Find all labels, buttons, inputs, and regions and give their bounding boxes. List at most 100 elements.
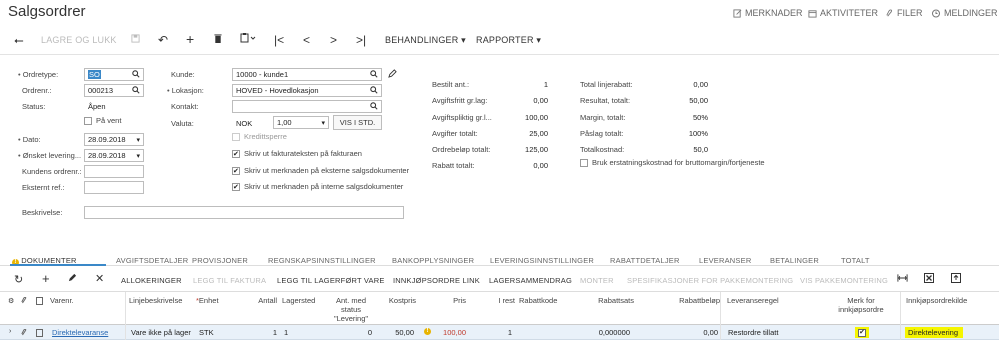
back-button[interactable]: ⭠ xyxy=(14,33,24,48)
search-icon[interactable] xyxy=(370,70,378,78)
customer-order-field[interactable] xyxy=(84,165,144,178)
col-mark-for-po[interactable]: Merk for innkjøpsordre xyxy=(826,296,896,314)
prev-record-button[interactable]: < xyxy=(303,33,310,47)
undo-button[interactable]: ↶ xyxy=(158,33,168,47)
inventory-summary-button[interactable]: LAGERSAMMENDRAG xyxy=(489,276,572,285)
col-po-source[interactable]: Innkjøpsordrekilde xyxy=(906,296,967,305)
requested-date-field[interactable]: 28.09.2018 ▾ xyxy=(84,149,144,162)
reports-menu[interactable]: RAPPORTER ▾ xyxy=(476,35,541,46)
upload-icon[interactable] xyxy=(951,273,961,285)
col-inventory-id[interactable]: Varenr. xyxy=(50,296,74,305)
edit-pencil-icon[interactable] xyxy=(388,69,397,80)
chevron-down-icon[interactable]: ▾ xyxy=(136,135,140,145)
warning-icon[interactable]: ! xyxy=(424,328,431,335)
row-shipping-rule[interactable]: Restordre tillatt xyxy=(728,328,778,337)
messages-action[interactable]: MELDINGER xyxy=(931,8,998,18)
col-line-description[interactable]: Linjebeskrivelse xyxy=(129,296,184,305)
order-nbr-field[interactable]: 000213 xyxy=(84,84,144,97)
col-uom[interactable]: *Enhet xyxy=(196,296,219,305)
row-note-icon[interactable] xyxy=(36,329,43,339)
print-invoice-check[interactable] xyxy=(232,149,240,158)
assemble-button[interactable]: MONTER xyxy=(580,276,614,285)
row-discount-amount[interactable]: 0,00 xyxy=(660,328,718,337)
row-discount-percent[interactable]: 0,000000 xyxy=(575,328,630,337)
col-shipping-rule[interactable]: Leveranseregel xyxy=(727,296,779,305)
print-invoice-checkbox[interactable]: Skriv ut fakturateksten på fakturaen xyxy=(232,149,362,158)
date-field[interactable]: 28.09.2018 ▾ xyxy=(84,133,144,146)
row-warehouse[interactable]: 1 xyxy=(284,328,288,337)
next-record-button[interactable]: > xyxy=(330,33,337,47)
show-base-currency-button[interactable]: VIS I STD. xyxy=(333,115,382,130)
kit-specifications-button[interactable]: SPESIFIKASJONER FOR PAKKEMONTERING xyxy=(627,276,793,285)
hold-check[interactable] xyxy=(84,116,92,125)
search-icon[interactable] xyxy=(370,102,378,110)
tab-totals[interactable]: TOTALT xyxy=(841,256,870,265)
order-type-field[interactable]: SO xyxy=(84,68,144,81)
delete-row-icon[interactable]: ✕ xyxy=(95,272,104,285)
add-button[interactable]: + xyxy=(186,31,194,47)
currency-rate-field[interactable]: 1,00 ▾ xyxy=(273,116,329,129)
edit-row-icon[interactable] xyxy=(68,273,77,284)
col-quantity[interactable]: Antall xyxy=(245,296,277,305)
add-row-icon[interactable]: + xyxy=(42,271,50,286)
row-inventory-id[interactable]: Direktelevaranse xyxy=(52,328,108,337)
tab-financial-settings[interactable]: REGNSKAPSINNSTILLINGER xyxy=(268,256,376,265)
col-qty-on-shipments[interactable]: Ant. med status "Levering" xyxy=(326,296,376,323)
use-replacement-cost-checkbox[interactable]: Bruk erstatningskostnad for bruttomargin… xyxy=(580,158,765,167)
allocations-button[interactable]: ALLOKERINGER xyxy=(121,276,182,285)
tab-payments[interactable]: BETALINGER xyxy=(770,256,819,265)
delete-icon[interactable] xyxy=(214,34,222,45)
print-int-notes-checkbox[interactable]: Skriv ut merknaden på interne salgsdokum… xyxy=(232,182,403,191)
tab-shipping-settings[interactable]: LEVERINGSINNSTILLINGER xyxy=(490,256,594,265)
contact-field[interactable] xyxy=(232,100,382,113)
row-settings-icon[interactable]: ⚙ xyxy=(8,297,14,305)
chevron-down-icon[interactable]: ▾ xyxy=(321,118,325,128)
hold-checkbox[interactable]: På vent xyxy=(84,116,121,125)
col-warehouse[interactable]: Lagersted xyxy=(282,296,315,305)
copy-paste-icon[interactable] xyxy=(240,33,256,45)
tab-commissions[interactable]: PROVISJONER xyxy=(192,256,248,265)
files-action[interactable]: FILER xyxy=(885,8,923,18)
tab-tax-details[interactable]: AVGIFTSDETALJER xyxy=(116,256,188,265)
last-record-button[interactable]: >| xyxy=(356,33,366,47)
credit-hold-check[interactable] xyxy=(232,132,240,141)
col-unit-cost[interactable]: Kostpris xyxy=(380,296,416,305)
print-ext-notes-checkbox[interactable]: Skriv ut merknaden på eksterne salgsdoku… xyxy=(232,166,409,175)
row-po-source[interactable]: Direktelevering xyxy=(908,328,958,337)
row-quantity[interactable]: 1 xyxy=(245,328,277,337)
actions-menu[interactable]: BEHANDLINGER ▾ xyxy=(385,35,466,46)
tab-bank-info[interactable]: BANKOPPLYSNINGER xyxy=(392,256,474,265)
col-discount-code[interactable]: Rabattkode xyxy=(519,296,557,305)
search-icon[interactable] xyxy=(132,70,140,78)
row-attachment-icon[interactable] xyxy=(21,328,27,339)
refresh-icon[interactable]: ↻ xyxy=(14,273,23,286)
row-unit-price[interactable]: 100,00 xyxy=(432,328,466,337)
po-link-button[interactable]: INNKJØPSORDRE LINK xyxy=(393,276,480,285)
first-record-button[interactable]: |< xyxy=(274,33,284,47)
activities-action[interactable]: AKTIVITETER xyxy=(808,8,878,18)
col-discount-percent[interactable]: Rabattsats xyxy=(580,296,634,305)
col-unit-price[interactable]: Pris xyxy=(430,296,466,305)
external-ref-field[interactable] xyxy=(84,181,144,194)
print-ext-notes-check[interactable] xyxy=(232,166,240,175)
tab-discount-details[interactable]: RABATTDETALJER xyxy=(610,256,680,265)
use-replacement-cost-check[interactable] xyxy=(580,158,588,167)
row-line-description[interactable]: Vare ikke på lager xyxy=(131,328,191,337)
row-selector-icon[interactable]: › xyxy=(9,328,11,335)
fit-columns-icon[interactable] xyxy=(897,274,908,284)
add-stock-item-button[interactable]: LEGG TIL LAGERFØRT VARE xyxy=(277,276,385,285)
print-int-notes-check[interactable] xyxy=(232,182,240,191)
show-kit-assembly-button[interactable]: VIS PAKKEMONTERING xyxy=(800,276,888,285)
customer-field[interactable]: 10000 - kunde1 xyxy=(232,68,382,81)
tab-shipments[interactable]: LEVERANSER xyxy=(699,256,751,265)
chevron-down-icon[interactable]: ▾ xyxy=(136,151,140,161)
col-open-qty[interactable]: I rest xyxy=(480,296,515,305)
row-uom[interactable]: STK xyxy=(199,328,214,337)
location-field[interactable]: HOVED - Hovedlokasjon xyxy=(232,84,382,97)
notes-action[interactable]: MERKNADER xyxy=(733,8,803,18)
add-invoice-button[interactable]: LEGG TIL FAKTURA xyxy=(193,276,266,285)
save-icon[interactable] xyxy=(131,34,140,45)
row-unit-cost[interactable]: 50,00 xyxy=(380,328,414,337)
description-field[interactable] xyxy=(84,206,404,219)
col-discount-amount[interactable]: Rabattbeløp xyxy=(660,296,720,305)
